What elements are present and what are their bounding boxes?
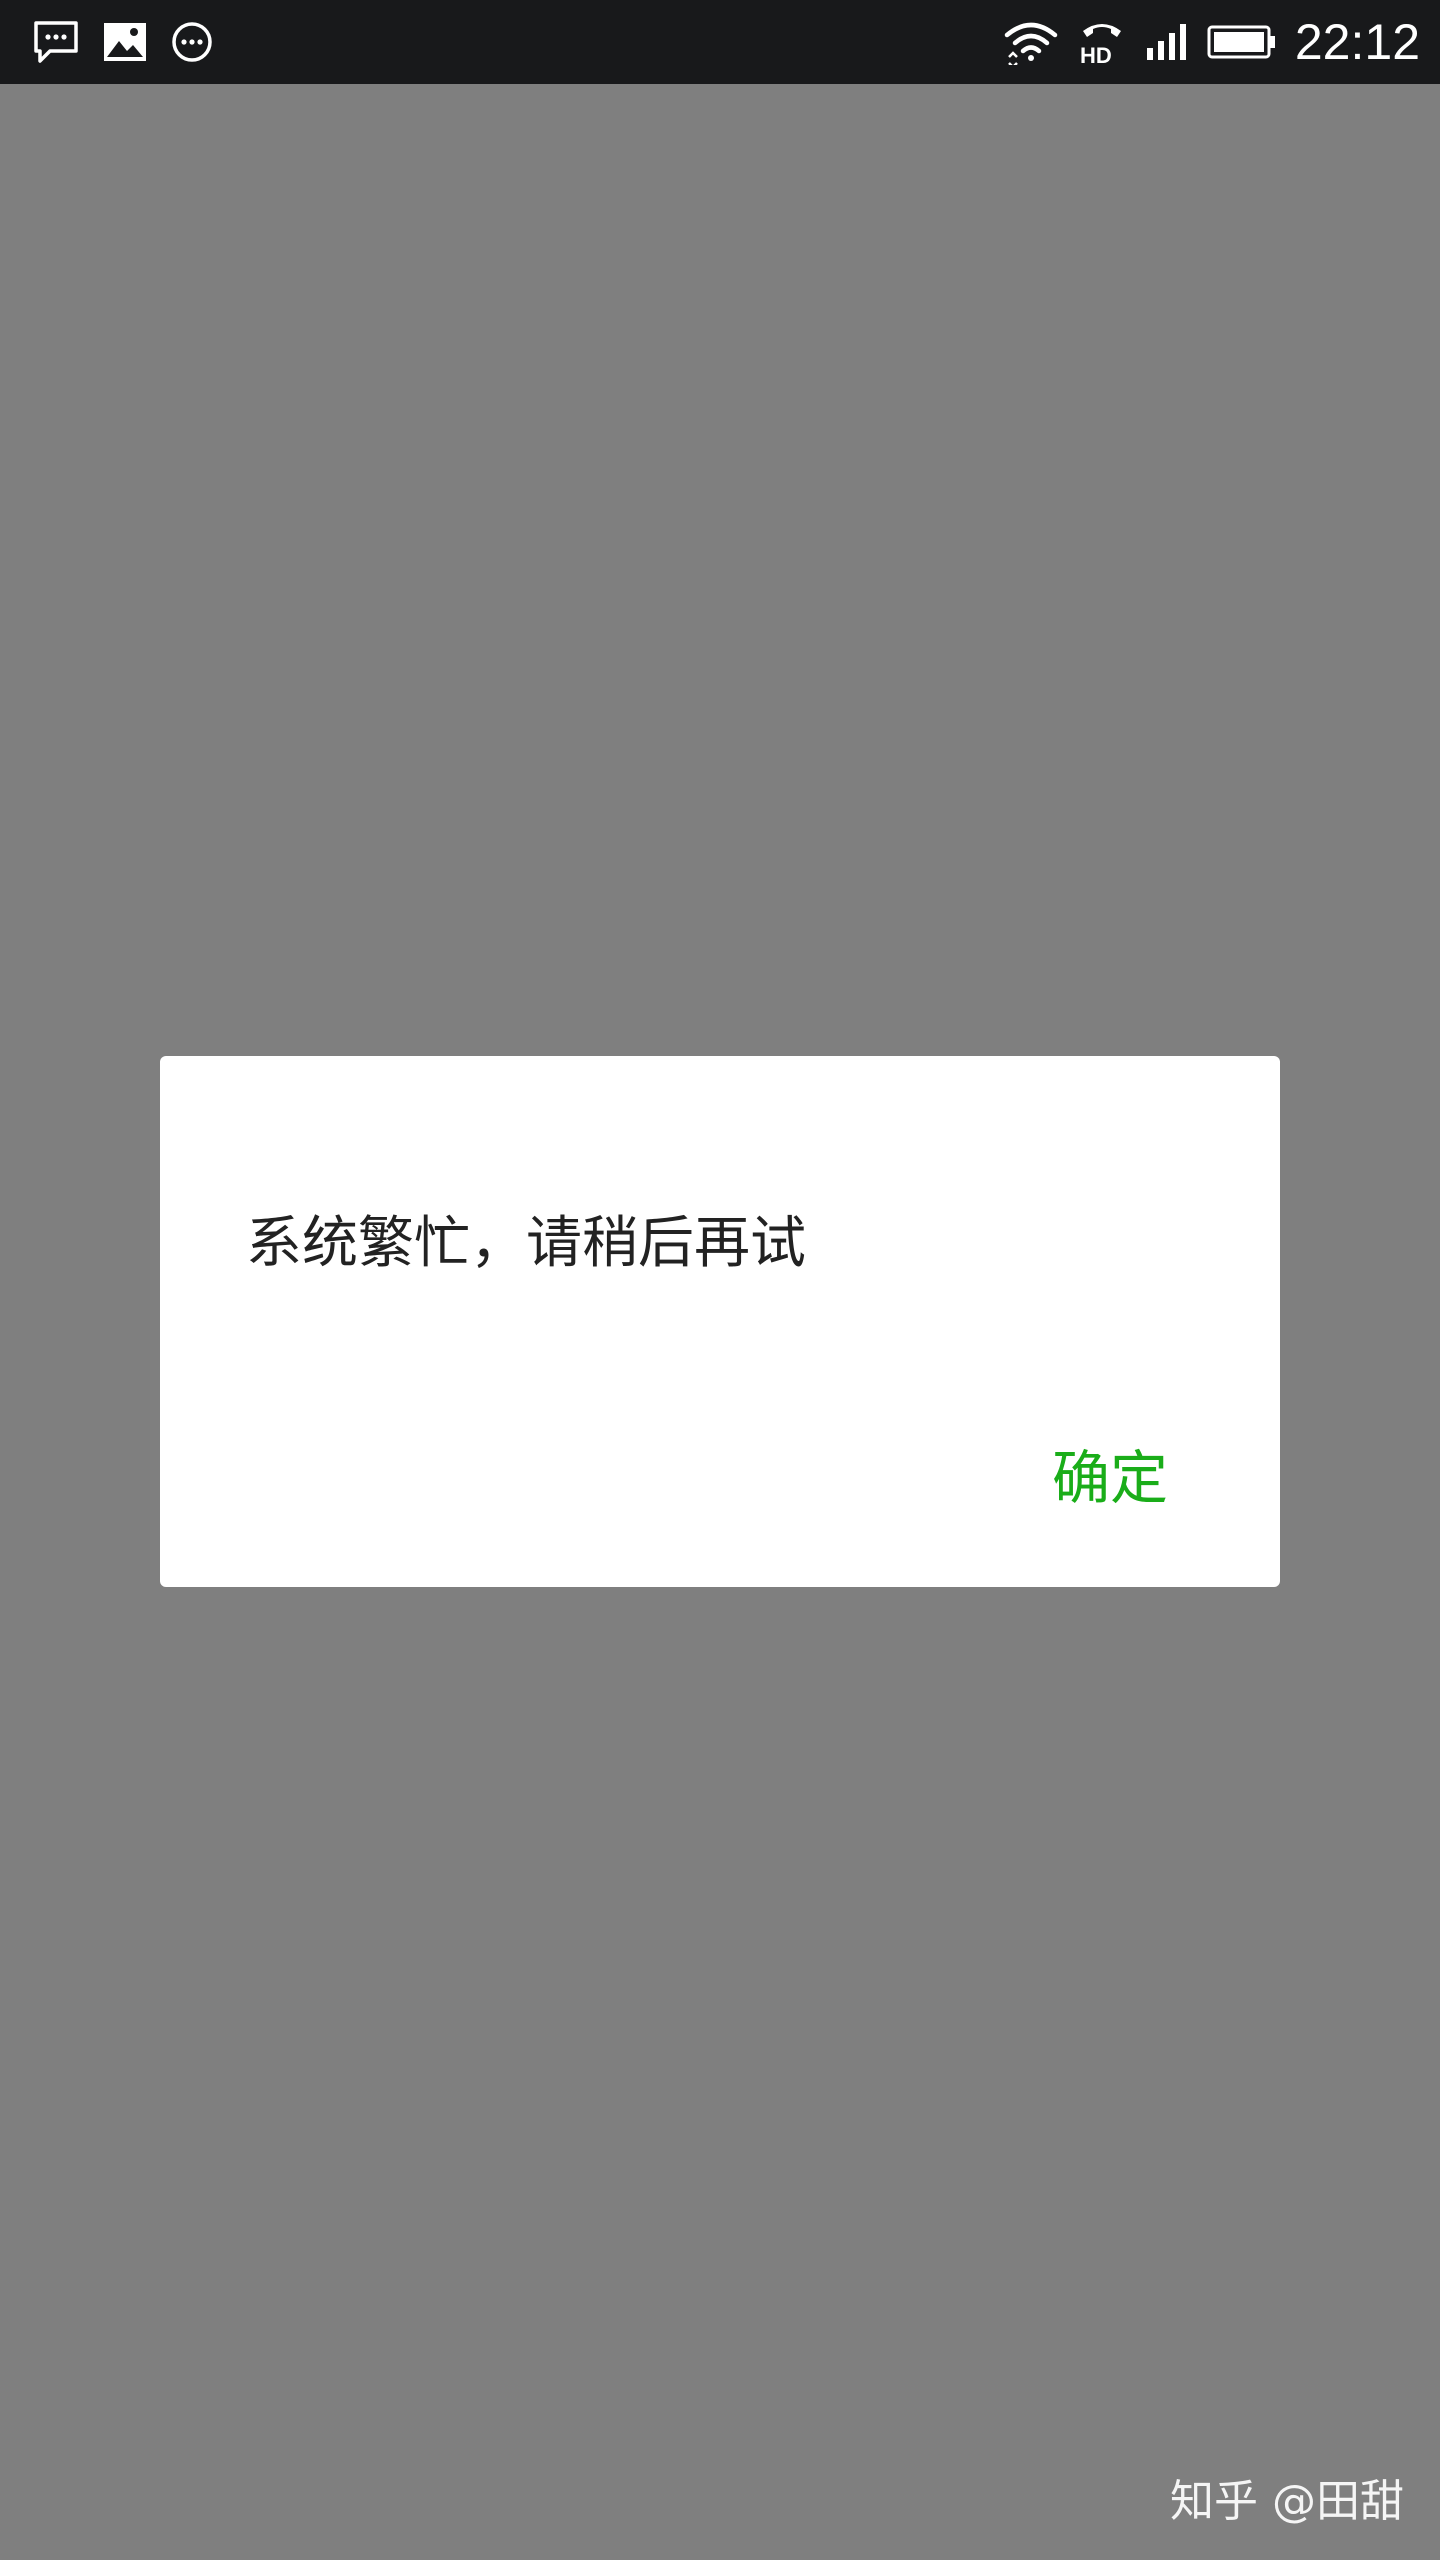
image-icon [102, 21, 148, 63]
message-icon [32, 19, 80, 65]
status-time: 22:12 [1294, 14, 1420, 70]
confirm-button[interactable]: 确定 [1052, 1442, 1168, 1514]
status-bar: HD 22:12 [0, 0, 1440, 84]
signal-icon [1145, 22, 1189, 62]
system-indicators: HD 22:12 [1003, 10, 1420, 74]
hd-label: HD [1080, 43, 1112, 67]
screen: HD 22:12 系统繁忙，请稍后再试 确定 知乎 @田甜 [0, 0, 1440, 2560]
watermark: 知乎 @田甜 [1170, 2476, 1404, 2527]
alert-dialog: 系统繁忙，请稍后再试 确定 [160, 1056, 1280, 1587]
hd-call-icon: HD [1077, 17, 1127, 67]
wifi-icon [1003, 19, 1059, 65]
more-icon [170, 20, 214, 64]
notification-icons [32, 18, 214, 66]
dialog-message: 系统繁忙，请稍后再试 [246, 1211, 806, 1276]
battery-icon [1207, 24, 1277, 60]
